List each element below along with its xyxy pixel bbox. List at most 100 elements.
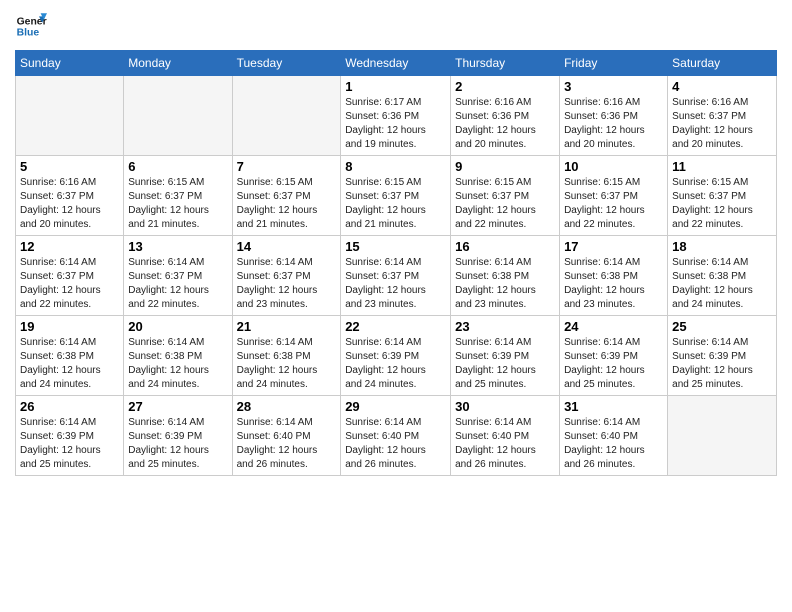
calendar-cell: 29 Sunrise: 6:14 AM Sunset: 6:40 PM Dayli… [341,396,451,476]
calendar-cell: 9 Sunrise: 6:15 AM Sunset: 6:37 PM Daylig… [451,156,560,236]
day-info: Sunrise: 6:14 AM Sunset: 6:38 PM Dayligh… [564,256,663,312]
week-row-5: 26 Sunrise: 6:14 AM Sunset: 6:39 PM Dayli… [16,396,777,476]
calendar-cell: 15Sunrise: 6:14 AM Sunset: 6:37 PM Dayli… [341,236,451,316]
day-number: 30 [455,399,555,414]
weekday-header-row: SundayMondayTuesdayWednesdayThursdayFrid… [16,51,777,76]
weekday-header-saturday: Saturday [668,51,777,76]
day-info: Sunrise: 6:14 AM Sunset: 6:40 PM Dayligh… [455,416,555,472]
calendar-cell: 20 Sunrise: 6:14 AM Sunset: 6:38 PM Dayli… [124,316,232,396]
day-info: Sunrise: 6:14 AM Sunset: 6:40 PM Dayligh… [564,416,663,472]
day-number: 24 [564,319,663,334]
day-info: Sunrise: 6:14 AM Sunset: 6:37 PM Dayligh… [128,256,227,312]
day-number: 9 [455,159,555,174]
day-number: 20 [128,319,227,334]
weekday-header-tuesday: Tuesday [232,51,341,76]
calendar-cell: 7Sunrise: 6:15 AM Sunset: 6:37 PM Daylig… [232,156,341,236]
weekday-header-monday: Monday [124,51,232,76]
day-number: 5 [20,159,119,174]
calendar-cell [16,76,124,156]
calendar-cell: 28Sunrise: 6:14 AM Sunset: 6:40 PM Dayli… [232,396,341,476]
calendar-cell: 24 Sunrise: 6:14 AM Sunset: 6:39 PM Dayli… [560,316,668,396]
calendar-cell: 6 Sunrise: 6:15 AM Sunset: 6:37 PM Daylig… [124,156,232,236]
weekday-header-sunday: Sunday [16,51,124,76]
day-number: 29 [345,399,446,414]
calendar-cell: 10 Sunrise: 6:15 AM Sunset: 6:37 PM Dayli… [560,156,668,236]
day-number: 8 [345,159,446,174]
calendar-cell: 12Sunrise: 6:14 AM Sunset: 6:37 PM Dayli… [16,236,124,316]
day-number: 22 [345,319,446,334]
calendar-cell [124,76,232,156]
calendar-cell [668,396,777,476]
day-number: 18 [672,239,772,254]
day-info: Sunrise: 6:14 AM Sunset: 6:39 PM Dayligh… [564,336,663,392]
day-number: 3 [564,79,663,94]
day-info: Sunrise: 6:15 AM Sunset: 6:37 PM Dayligh… [672,176,772,232]
calendar-cell: 17 Sunrise: 6:14 AM Sunset: 6:38 PM Dayli… [560,236,668,316]
calendar-cell: 14 Sunrise: 6:14 AM Sunset: 6:37 PM Dayli… [232,236,341,316]
day-info: Sunrise: 6:14 AM Sunset: 6:38 PM Dayligh… [128,336,227,392]
week-row-1: 1Sunrise: 6:17 AM Sunset: 6:36 PM Daylig… [16,76,777,156]
calendar-cell: 31 Sunrise: 6:14 AM Sunset: 6:40 PM Dayli… [560,396,668,476]
day-number: 27 [128,399,227,414]
logo: General Blue [15,10,47,42]
day-info: Sunrise: 6:14 AM Sunset: 6:37 PM Dayligh… [345,256,446,312]
day-number: 28 [237,399,337,414]
day-info: Sunrise: 6:15 AM Sunset: 6:37 PM Dayligh… [237,176,337,232]
day-info: Sunrise: 6:14 AM Sunset: 6:39 PM Dayligh… [20,416,119,472]
calendar-cell: 11 Sunrise: 6:15 AM Sunset: 6:37 PM Dayli… [668,156,777,236]
day-number: 2 [455,79,555,94]
weekday-header-thursday: Thursday [451,51,560,76]
calendar-cell: 1Sunrise: 6:17 AM Sunset: 6:36 PM Daylig… [341,76,451,156]
week-row-4: 19 Sunrise: 6:14 AM Sunset: 6:38 PM Dayli… [16,316,777,396]
day-info: Sunrise: 6:15 AM Sunset: 6:37 PM Dayligh… [564,176,663,232]
day-info: Sunrise: 6:15 AM Sunset: 6:37 PM Dayligh… [345,176,446,232]
weekday-header-wednesday: Wednesday [341,51,451,76]
day-number: 13 [128,239,227,254]
day-number: 26 [20,399,119,414]
calendar-cell: 22 Sunrise: 6:14 AM Sunset: 6:39 PM Dayli… [341,316,451,396]
week-row-3: 12 Sunrise: 6:14 AM Sunset: 6:37 PM Dayli… [16,236,777,316]
day-number: 16 [455,239,555,254]
calendar-cell: 8 Sunrise: 6:15 AM Sunset: 6:37 PM Daylig… [341,156,451,236]
day-info: Sunrise: 6:14 AM Sunset: 6:39 PM Dayligh… [345,336,446,392]
calendar-cell: 26 Sunrise: 6:14 AM Sunset: 6:39 PM Dayli… [16,396,124,476]
day-number: 23 [455,319,555,334]
day-info: Sunrise: 6:14 AM Sunset: 6:40 PM Dayligh… [345,416,446,472]
day-info: Sunrise: 6:14 AM Sunset: 6:39 PM Dayligh… [455,336,555,392]
calendar-cell: 2 Sunrise: 6:16 AM Sunset: 6:36 PM Daylig… [451,76,560,156]
day-number: 6 [128,159,227,174]
day-info: Sunrise: 6:16 AM Sunset: 6:37 PM Dayligh… [672,96,772,152]
day-number: 10 [564,159,663,174]
calendar-cell [232,76,341,156]
day-info: Sunrise: 6:15 AM Sunset: 6:37 PM Dayligh… [455,176,555,232]
day-number: 17 [564,239,663,254]
day-number: 12 [20,239,119,254]
day-info: Sunrise: 6:16 AM Sunset: 6:36 PM Dayligh… [455,96,555,152]
calendar-cell: 4 Sunrise: 6:16 AM Sunset: 6:37 PM Daylig… [668,76,777,156]
logo-icon: General Blue [15,10,47,42]
calendar-cell: 16Sunrise: 6:14 AM Sunset: 6:38 PM Dayli… [451,236,560,316]
week-row-2: 5 Sunrise: 6:16 AM Sunset: 6:37 PM Daylig… [16,156,777,236]
day-number: 1 [345,79,446,94]
day-info: Sunrise: 6:16 AM Sunset: 6:37 PM Dayligh… [20,176,119,232]
calendar-cell: 5 Sunrise: 6:16 AM Sunset: 6:37 PM Daylig… [16,156,124,236]
day-number: 4 [672,79,772,94]
page: General Blue SundayMondayTuesdayWednesda… [0,0,792,612]
day-info: Sunrise: 6:14 AM Sunset: 6:38 PM Dayligh… [237,336,337,392]
day-number: 14 [237,239,337,254]
day-info: Sunrise: 6:14 AM Sunset: 6:37 PM Dayligh… [237,256,337,312]
day-info: Sunrise: 6:16 AM Sunset: 6:36 PM Dayligh… [564,96,663,152]
day-number: 25 [672,319,772,334]
day-info: Sunrise: 6:14 AM Sunset: 6:38 PM Dayligh… [20,336,119,392]
day-info: Sunrise: 6:15 AM Sunset: 6:37 PM Dayligh… [128,176,227,232]
day-number: 11 [672,159,772,174]
calendar-cell: 13 Sunrise: 6:14 AM Sunset: 6:37 PM Dayli… [124,236,232,316]
day-number: 19 [20,319,119,334]
day-info: Sunrise: 6:14 AM Sunset: 6:39 PM Dayligh… [128,416,227,472]
calendar-cell: 27 Sunrise: 6:14 AM Sunset: 6:39 PM Dayli… [124,396,232,476]
calendar-table: SundayMondayTuesdayWednesdayThursdayFrid… [15,50,777,476]
calendar-cell: 18Sunrise: 6:14 AM Sunset: 6:38 PM Dayli… [668,236,777,316]
header: General Blue [15,10,777,42]
day-number: 31 [564,399,663,414]
calendar-cell: 21Sunrise: 6:14 AM Sunset: 6:38 PM Dayli… [232,316,341,396]
